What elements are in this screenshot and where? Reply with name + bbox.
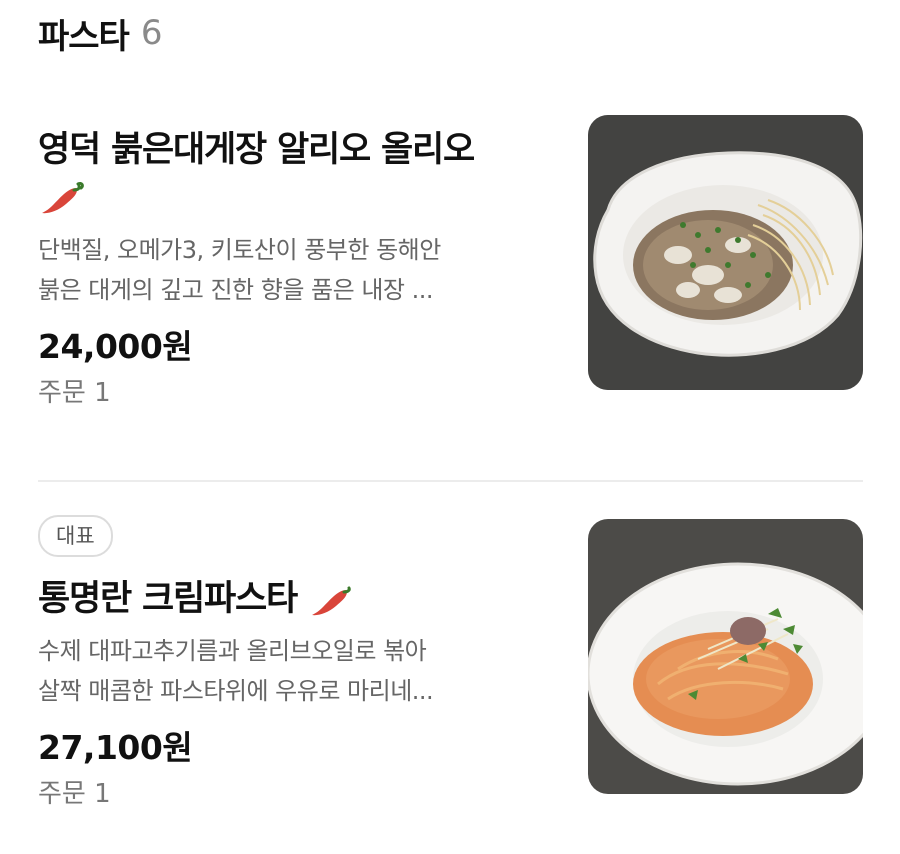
menu-item-info: 영덕 붉은대게장 알리오 올리오 단백질, 오메가3, 키토산이 풍부한 동해안… [38, 110, 558, 409]
menu-item-name-text: 통명란 크림파스타 [38, 579, 298, 619]
menu-item-name: 통명란 크림파스타 [38, 573, 558, 625]
menu-item[interactable]: 대표 통명란 크림파스타 수제 대파고추기름과 올리브오일로 볶아 살짝 매콤한… [0, 515, 900, 845]
description-line: 단백질, 오메가3, 키토산이 풍부한 동해안 [38, 236, 441, 264]
description-line: 붉은 대게의 깊고 진한 향을 품은 내장 ... [38, 276, 434, 304]
menu-item-name: 영덕 붉은대게장 알리오 올리오 [38, 124, 558, 176]
chili-pepper-icon [312, 586, 351, 616]
divider [38, 480, 863, 482]
menu-item-name-text: 영덕 붉은대게장 알리오 올리오 [38, 130, 475, 170]
menu-item-price: 27,100원 [38, 728, 193, 767]
menu-item-orders: 주문 1 [38, 378, 111, 408]
menu-item-description: 단백질, 오메가3, 키토산이 풍부한 동해안 붉은 대게의 깊고 진한 향을 … [38, 230, 558, 310]
menu-item-photo[interactable] [588, 115, 863, 390]
chili-pepper-icon [42, 182, 84, 214]
menu-item[interactable]: 영덕 붉은대게장 알리오 올리오 단백질, 오메가3, 키토산이 풍부한 동해안… [0, 110, 900, 440]
section-title: 파스타 [38, 16, 130, 57]
section-header: 파스타 6 [38, 8, 162, 58]
menu-item-description: 수제 대파고추기름과 올리브오일로 볶아 살짝 매콤한 파스타위에 우유로 마리… [38, 631, 558, 711]
menu-item-price: 24,000원 [38, 327, 193, 366]
section-count: 6 [140, 13, 163, 53]
badge-row: 대표 [38, 515, 558, 563]
menu-item-photo[interactable] [588, 519, 863, 794]
pasta-photo [588, 115, 863, 390]
description-line: 살짝 매콤한 파스타위에 우유로 마리네... [38, 677, 434, 705]
menu-item-orders: 주문 1 [38, 779, 111, 809]
pasta-photo [588, 519, 863, 794]
description-line: 수제 대파고추기름과 올리브오일로 볶아 [38, 637, 427, 665]
menu-item-info: 대표 통명란 크림파스타 수제 대파고추기름과 올리브오일로 볶아 살짝 매콤한… [38, 515, 558, 810]
signature-badge: 대표 [38, 515, 113, 557]
spicy-indicator [38, 178, 558, 224]
